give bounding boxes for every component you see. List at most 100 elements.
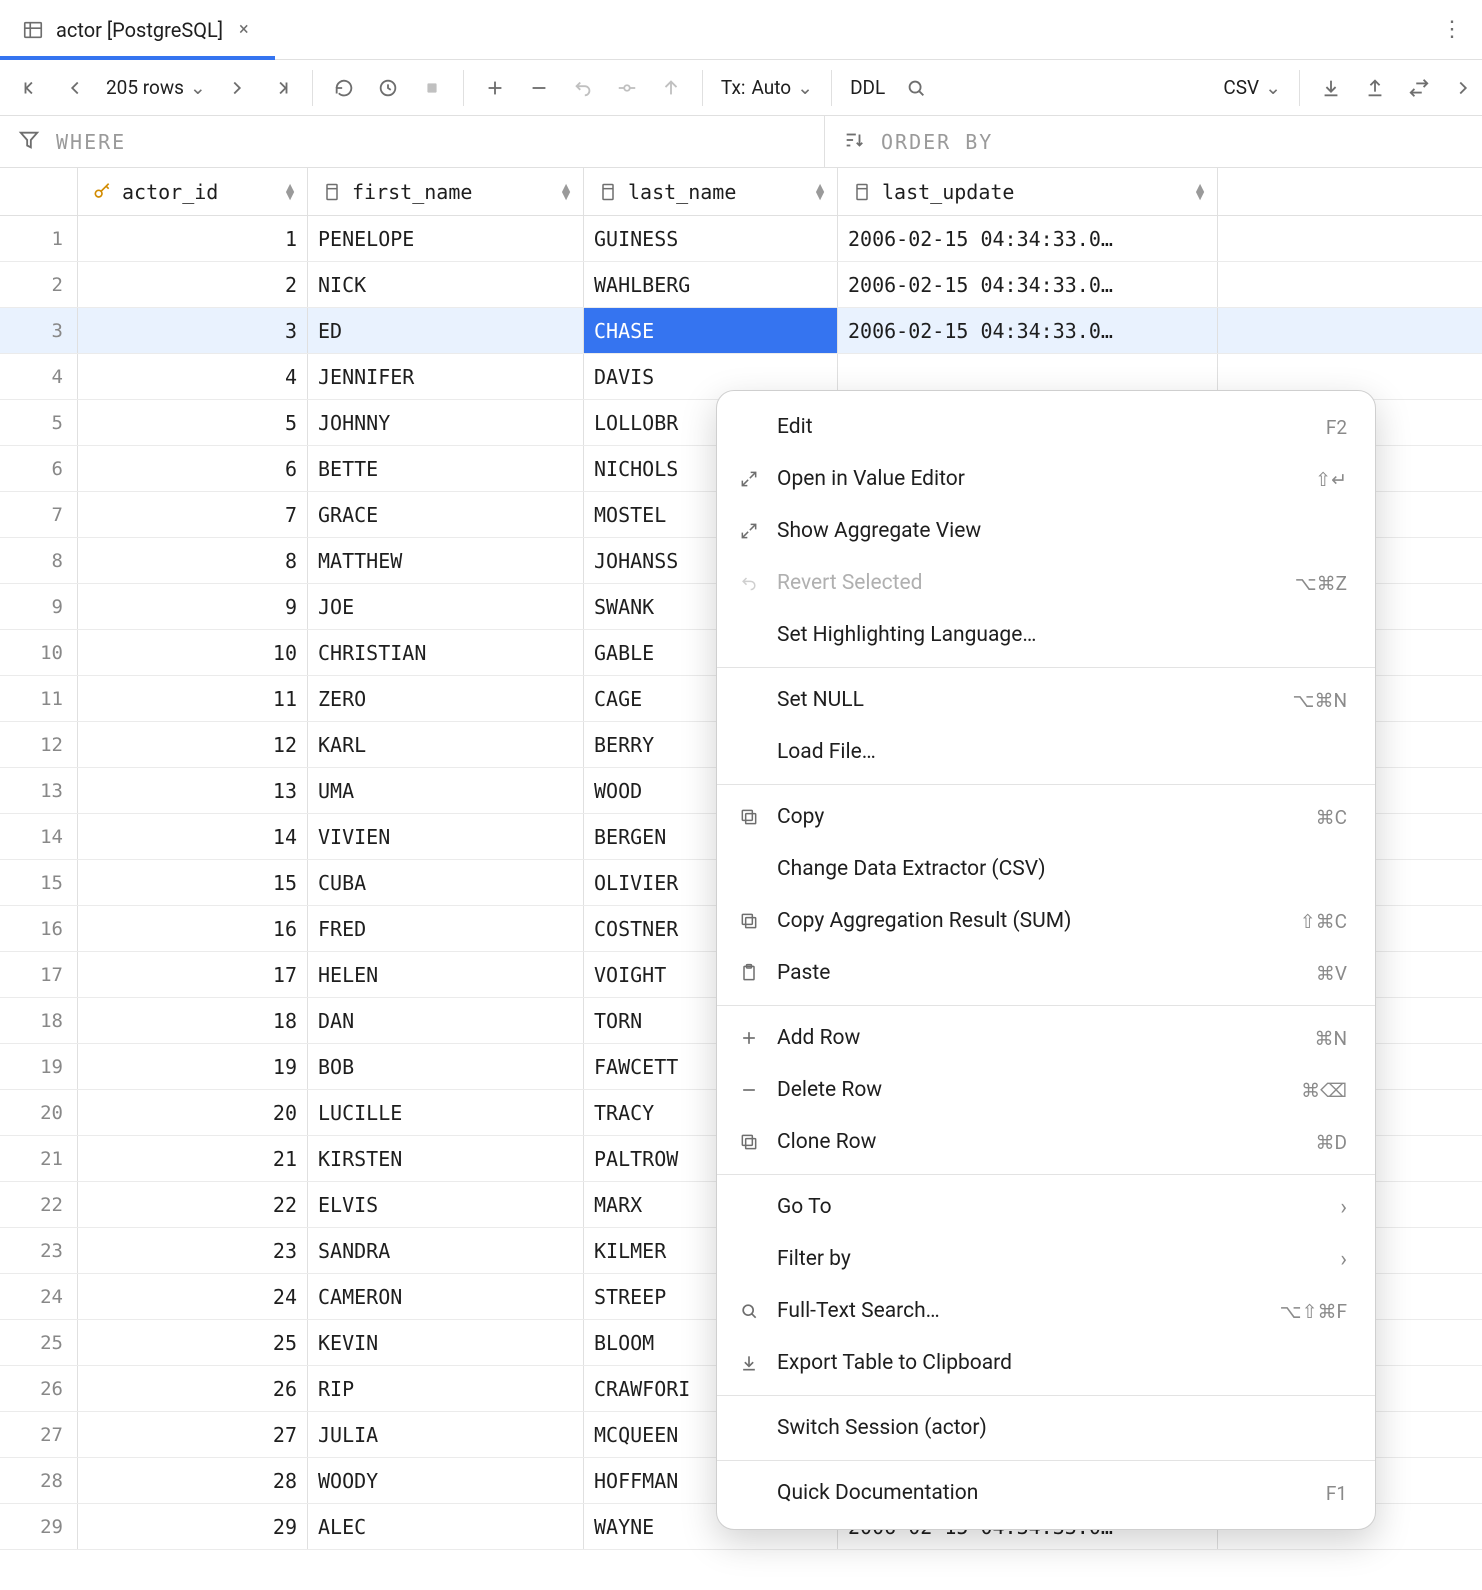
cell-actor-id[interactable]: 6 bbox=[78, 457, 307, 481]
row-number[interactable]: 12 bbox=[0, 722, 78, 767]
delete-row-icon[interactable] bbox=[526, 75, 552, 101]
table-row[interactable]: 33EDCHASE2006-02-15 04:34:33.0… bbox=[0, 308, 1482, 354]
more-icon[interactable]: ⋮ bbox=[1441, 17, 1464, 42]
table-row[interactable]: 22NICKWAHLBERG2006-02-15 04:34:33.0… bbox=[0, 262, 1482, 308]
context-menu-item[interactable]: Set NULL⌥⌘N bbox=[717, 674, 1375, 726]
cell-actor-id[interactable]: 20 bbox=[78, 1101, 307, 1125]
last-page-icon[interactable] bbox=[268, 75, 294, 101]
cell-first-name[interactable]: UMA bbox=[308, 779, 583, 803]
next-page-icon[interactable] bbox=[224, 75, 250, 101]
orderby-filter[interactable]: ORDER BY bbox=[825, 116, 1482, 167]
cell-actor-id[interactable]: 19 bbox=[78, 1055, 307, 1079]
row-number[interactable]: 14 bbox=[0, 814, 78, 859]
revert-icon[interactable] bbox=[570, 75, 596, 101]
cell-first-name[interactable]: CUBA bbox=[308, 871, 583, 895]
context-menu-item[interactable]: Delete Row⌘⌫ bbox=[717, 1064, 1375, 1116]
context-menu-item[interactable]: Clone Row⌘D bbox=[717, 1116, 1375, 1168]
context-menu-item[interactable]: Copy Aggregation Result (SUM)⇧⌘C bbox=[717, 895, 1375, 947]
cell-first-name[interactable]: DAN bbox=[308, 1009, 583, 1033]
column-header-last-update[interactable]: last_update ▲▼ bbox=[838, 168, 1218, 215]
stop-icon[interactable] bbox=[419, 75, 445, 101]
context-menu-item[interactable]: Add Row⌘N bbox=[717, 1012, 1375, 1064]
row-number[interactable]: 4 bbox=[0, 354, 78, 399]
row-number[interactable]: 11 bbox=[0, 676, 78, 721]
context-menu-item[interactable]: Quick DocumentationF1 bbox=[717, 1467, 1375, 1519]
row-number[interactable]: 9 bbox=[0, 584, 78, 629]
cell-first-name[interactable]: MATTHEW bbox=[308, 549, 583, 573]
export-format-dropdown[interactable]: CSV ⌄ bbox=[1223, 76, 1281, 99]
cell-actor-id[interactable]: 4 bbox=[78, 365, 307, 389]
cell-last-update[interactable]: 2006-02-15 04:34:33.0… bbox=[838, 319, 1217, 343]
row-number[interactable]: 23 bbox=[0, 1228, 78, 1273]
row-number[interactable]: 7 bbox=[0, 492, 78, 537]
cell-first-name[interactable]: BOB bbox=[308, 1055, 583, 1079]
download-icon[interactable] bbox=[1318, 75, 1344, 101]
row-number[interactable]: 19 bbox=[0, 1044, 78, 1089]
cell-actor-id[interactable]: 28 bbox=[78, 1469, 307, 1493]
cell-actor-id[interactable]: 1 bbox=[78, 227, 307, 251]
context-menu-item[interactable]: Change Data Extractor (CSV) bbox=[717, 843, 1375, 895]
cell-actor-id[interactable]: 5 bbox=[78, 411, 307, 435]
row-number[interactable]: 13 bbox=[0, 768, 78, 813]
reload-icon[interactable] bbox=[331, 75, 357, 101]
cell-first-name[interactable]: JOHNNY bbox=[308, 411, 583, 435]
rownum-header[interactable] bbox=[0, 168, 78, 215]
cell-first-name[interactable]: GRACE bbox=[308, 503, 583, 527]
cell-actor-id[interactable]: 12 bbox=[78, 733, 307, 757]
column-header-actor-id[interactable]: actor_id ▲▼ bbox=[78, 168, 308, 215]
cell-first-name[interactable]: JENNIFER bbox=[308, 365, 583, 389]
cell-actor-id[interactable]: 8 bbox=[78, 549, 307, 573]
add-row-icon[interactable] bbox=[482, 75, 508, 101]
cell-actor-id[interactable]: 13 bbox=[78, 779, 307, 803]
cell-first-name[interactable]: ZERO bbox=[308, 687, 583, 711]
submit-icon[interactable] bbox=[658, 75, 684, 101]
commit-icon[interactable] bbox=[614, 75, 640, 101]
row-number[interactable]: 17 bbox=[0, 952, 78, 997]
context-menu-item[interactable]: EditF2 bbox=[717, 401, 1375, 453]
context-menu-item[interactable]: Switch Session (actor) bbox=[717, 1402, 1375, 1454]
cell-last-update[interactable]: 2006-02-15 04:34:33.0… bbox=[838, 227, 1217, 251]
cell-first-name[interactable]: HELEN bbox=[308, 963, 583, 987]
close-icon[interactable]: × bbox=[233, 19, 255, 40]
row-number[interactable]: 22 bbox=[0, 1182, 78, 1227]
search-icon[interactable] bbox=[903, 75, 929, 101]
cell-last-name[interactable]: DAVIS bbox=[584, 365, 837, 389]
cell-actor-id[interactable]: 3 bbox=[78, 319, 307, 343]
context-menu-item[interactable]: Go To bbox=[717, 1181, 1375, 1233]
context-menu-item[interactable]: Show Aggregate View bbox=[717, 505, 1375, 557]
row-number[interactable]: 26 bbox=[0, 1366, 78, 1411]
row-number[interactable]: 10 bbox=[0, 630, 78, 675]
cell-first-name[interactable]: RIP bbox=[308, 1377, 583, 1401]
context-menu-item[interactable]: Full-Text Search…⌥⇧⌘F bbox=[717, 1285, 1375, 1337]
cell-last-name[interactable]: GUINESS bbox=[584, 227, 837, 251]
context-menu-item[interactable]: Load File… bbox=[717, 726, 1375, 778]
cell-first-name[interactable]: PENELOPE bbox=[308, 227, 583, 251]
row-number[interactable]: 3 bbox=[0, 308, 78, 353]
tx-mode-dropdown[interactable]: Tx: Auto ⌄ bbox=[721, 76, 813, 99]
cell-actor-id[interactable]: 10 bbox=[78, 641, 307, 665]
cell-actor-id[interactable]: 27 bbox=[78, 1423, 307, 1447]
cell-first-name[interactable]: WOODY bbox=[308, 1469, 583, 1493]
context-menu-item[interactable]: Copy⌘C bbox=[717, 791, 1375, 843]
row-number[interactable]: 18 bbox=[0, 998, 78, 1043]
cell-first-name[interactable]: FRED bbox=[308, 917, 583, 941]
cell-first-name[interactable]: LUCILLE bbox=[308, 1101, 583, 1125]
table-row[interactable]: 11PENELOPEGUINESS2006-02-15 04:34:33.0… bbox=[0, 216, 1482, 262]
cell-actor-id[interactable]: 17 bbox=[78, 963, 307, 987]
overflow-chevron-icon[interactable] bbox=[1450, 75, 1476, 101]
cell-actor-id[interactable]: 23 bbox=[78, 1239, 307, 1263]
cell-actor-id[interactable]: 11 bbox=[78, 687, 307, 711]
cell-actor-id[interactable]: 7 bbox=[78, 503, 307, 527]
cell-first-name[interactable]: BETTE bbox=[308, 457, 583, 481]
cell-actor-id[interactable]: 16 bbox=[78, 917, 307, 941]
row-number[interactable]: 29 bbox=[0, 1504, 78, 1549]
row-number[interactable]: 27 bbox=[0, 1412, 78, 1457]
cell-first-name[interactable]: KEVIN bbox=[308, 1331, 583, 1355]
cell-actor-id[interactable]: 15 bbox=[78, 871, 307, 895]
cell-actor-id[interactable]: 18 bbox=[78, 1009, 307, 1033]
row-number[interactable]: 16 bbox=[0, 906, 78, 951]
upload-icon[interactable] bbox=[1362, 75, 1388, 101]
cell-actor-id[interactable]: 22 bbox=[78, 1193, 307, 1217]
row-count-dropdown[interactable]: 205 rows ⌄ bbox=[106, 76, 206, 99]
row-number[interactable]: 1 bbox=[0, 216, 78, 261]
